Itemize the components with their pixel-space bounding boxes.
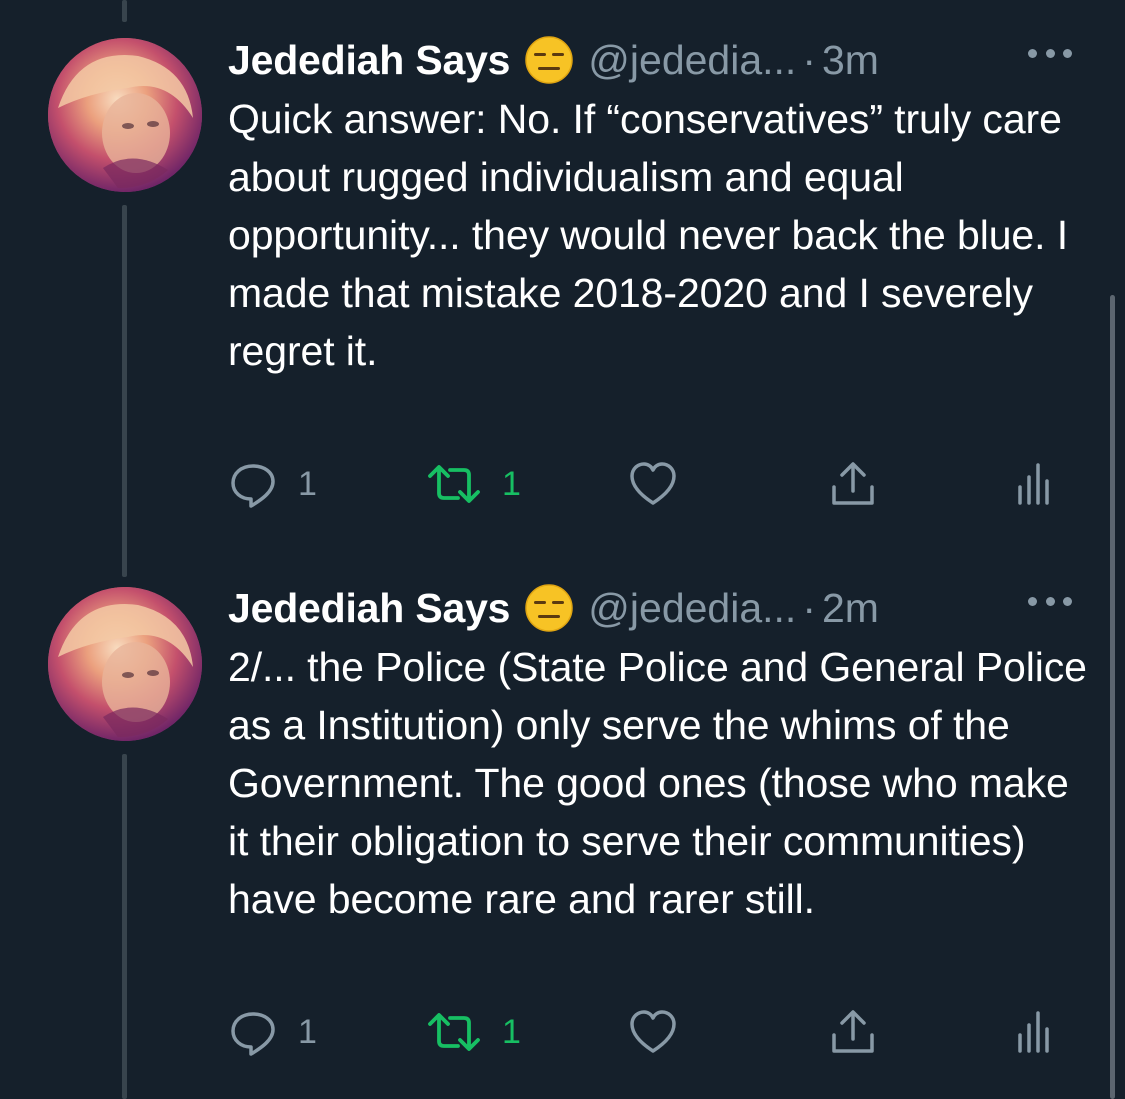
analytics-button[interactable] <box>1008 1002 1058 1062</box>
analytics-button[interactable] <box>1008 454 1058 514</box>
reply-bubble-icon <box>228 459 278 509</box>
user-handle[interactable]: @jededia... <box>588 37 796 84</box>
display-name[interactable]: Jedediah Says <box>228 37 510 84</box>
expressionless-face-icon <box>524 583 574 633</box>
avatar[interactable] <box>48 38 202 192</box>
retweet-count: 1 <box>502 1012 521 1051</box>
tweet-text: Quick answer: No. If “conservatives” tru… <box>228 96 1069 374</box>
reply-count: 1 <box>298 1012 317 1051</box>
tweet[interactable]: Jedediah Says @jededia... · 2m 2/... the… <box>0 578 1100 1078</box>
avatar-image <box>48 38 202 192</box>
tweet-actions: 1 1 <box>228 454 1088 514</box>
separator-dot: · <box>802 584 816 631</box>
like-button[interactable] <box>628 454 678 514</box>
separator-dot: · <box>802 36 816 83</box>
reply-count: 1 <box>298 464 317 503</box>
reply-button[interactable]: 1 <box>228 454 317 514</box>
analytics-bars-icon <box>1008 1007 1058 1057</box>
avatar-image <box>48 587 202 741</box>
tweet-header: Jedediah Says @jededia... · 3m <box>228 30 1078 90</box>
scrollbar[interactable] <box>1110 295 1115 1099</box>
heart-icon <box>628 1007 678 1057</box>
display-name[interactable]: Jedediah Says <box>228 585 510 632</box>
more-dots-icon[interactable] <box>1028 595 1072 607</box>
tweet-header: Jedediah Says @jededia... · 2m <box>228 578 1078 638</box>
retweet-button[interactable]: 1 <box>426 454 521 514</box>
share-button[interactable] <box>828 1002 878 1062</box>
thread-line-top <box>122 0 127 22</box>
retweet-icon <box>426 1007 482 1057</box>
avatar[interactable] <box>48 587 202 741</box>
expressionless-face-icon <box>524 35 574 85</box>
share-icon <box>828 459 878 509</box>
more-dots-icon[interactable] <box>1028 47 1072 59</box>
analytics-bars-icon <box>1008 459 1058 509</box>
retweet-count: 1 <box>502 464 521 503</box>
share-button[interactable] <box>828 454 878 514</box>
timestamp[interactable]: 3m <box>822 37 879 84</box>
heart-icon <box>628 459 678 509</box>
reply-button[interactable]: 1 <box>228 1002 317 1062</box>
retweet-icon <box>426 459 482 509</box>
share-icon <box>828 1007 878 1057</box>
tweet-text: 2/... the Police (State Police and Gener… <box>228 644 1087 922</box>
retweet-button[interactable]: 1 <box>426 1002 521 1062</box>
reply-bubble-icon <box>228 1007 278 1057</box>
tweet-actions: 1 1 <box>228 1002 1088 1062</box>
user-handle[interactable]: @jededia... <box>588 585 796 632</box>
like-button[interactable] <box>628 1002 678 1062</box>
tweet[interactable]: Jedediah Says @jededia... · 3m Quick ans… <box>0 30 1100 530</box>
timestamp[interactable]: 2m <box>822 585 879 632</box>
